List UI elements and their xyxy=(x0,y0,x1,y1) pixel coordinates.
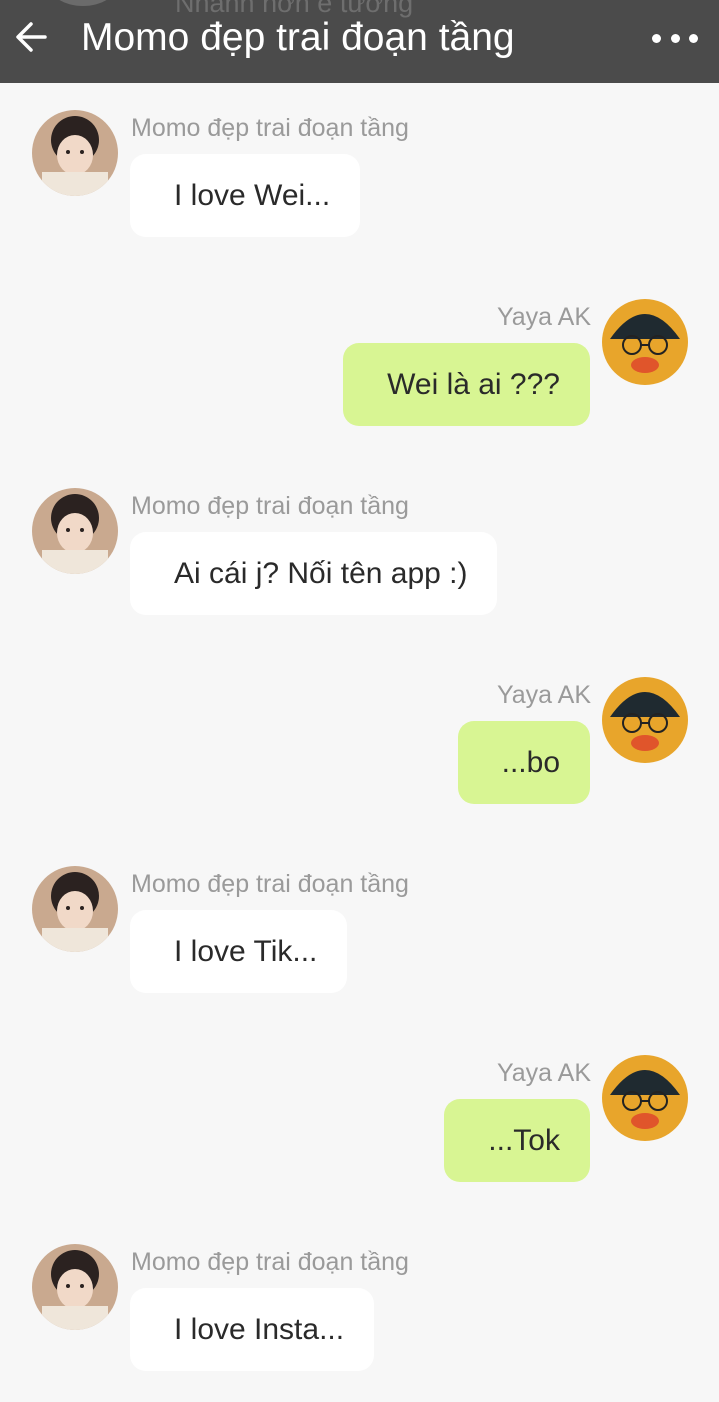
contact-avatar[interactable] xyxy=(32,110,118,196)
sender-name: Momo đẹp trai đoạn tầng xyxy=(131,870,409,898)
message-row: Momo đẹp trai đoạn tầng I love Insta... xyxy=(0,1244,719,1384)
message-bubble[interactable]: ...bo xyxy=(457,721,590,804)
contact-avatar[interactable] xyxy=(32,1244,118,1330)
sender-name: Yaya AK xyxy=(496,303,591,331)
contact-avatar[interactable] xyxy=(32,488,118,574)
sender-name: Yaya AK xyxy=(496,681,591,709)
user-avatar[interactable] xyxy=(602,299,688,385)
arrow-left-icon xyxy=(16,22,47,52)
user-avatar[interactable] xyxy=(602,677,688,763)
message-row: Momo đẹp trai đoạn tầng Ai cái j? Nối tê… xyxy=(0,488,719,628)
chat-title: Momo đẹp trai đoạn tầng xyxy=(81,16,515,59)
message-row: Yaya AK ...Tok xyxy=(0,1055,719,1195)
more-dot xyxy=(652,33,661,43)
sender-name: Momo đẹp trai đoạn tầng xyxy=(131,1248,409,1276)
message-bubble[interactable]: I love Tik... xyxy=(130,910,348,993)
message-bubble[interactable]: ...Tok xyxy=(444,1099,590,1182)
back-button[interactable] xyxy=(8,14,54,60)
more-dot xyxy=(670,33,680,43)
message-bubble[interactable]: Ai cái j? Nối tên app :) xyxy=(130,532,498,615)
more-dot xyxy=(689,33,698,43)
sender-name: Momo đẹp trai đoạn tầng xyxy=(131,492,409,520)
sender-name: Yaya AK xyxy=(496,1059,591,1087)
contact-avatar[interactable] xyxy=(32,866,118,952)
message-bubble[interactable]: I love Insta... xyxy=(130,1288,375,1371)
user-avatar[interactable] xyxy=(602,1055,688,1141)
scrolled-avatar xyxy=(48,0,118,6)
message-row: Momo đẹp trai đoạn tầng I love Wei... xyxy=(0,110,719,250)
more-options-button[interactable] xyxy=(642,22,708,54)
message-row: Yaya AK Wei là ai ??? xyxy=(0,299,719,439)
message-row: Yaya AK ...bo xyxy=(0,677,719,817)
message-bubble[interactable]: I love Wei... xyxy=(130,154,361,237)
app-header: Nhanh hơn e tưởng Momo đẹp trai đoạn tần… xyxy=(0,0,719,83)
message-row: Momo đẹp trai đoạn tầng I love Tik... xyxy=(0,866,719,1006)
sender-name: Momo đẹp trai đoạn tầng xyxy=(131,114,409,142)
message-bubble[interactable]: Wei là ai ??? xyxy=(343,343,590,426)
